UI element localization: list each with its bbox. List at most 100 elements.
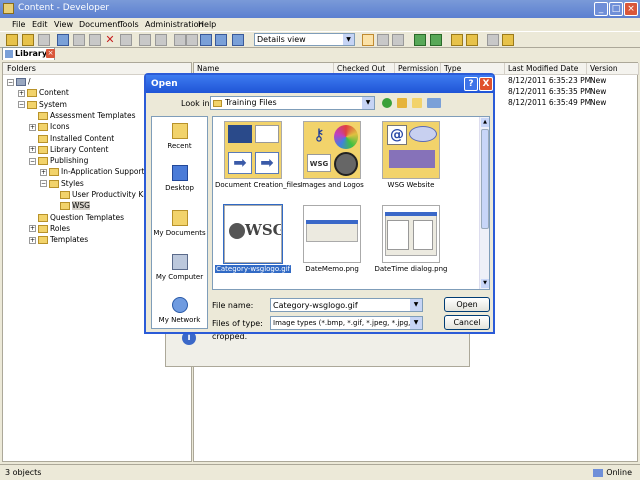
details-view-icon[interactable] [362, 34, 374, 46]
new-folder-icon[interactable] [6, 34, 18, 46]
scrollbar-thumb[interactable] [481, 129, 489, 229]
menu-tools[interactable]: Tools [119, 20, 139, 29]
spell-check-icon[interactable] [215, 34, 227, 46]
copy-icon[interactable] [73, 34, 85, 46]
tree-item[interactable]: Assessment Templates [29, 110, 136, 121]
file-type-select[interactable]: Image types (*.bmp, *.gif, *.jpeg, *.jpg… [270, 316, 423, 330]
new-folder-icon[interactable] [412, 98, 422, 108]
dialog-help-button[interactable]: ? [464, 77, 478, 91]
help-icon[interactable] [232, 34, 244, 46]
file-name: DateTime dialog.png [374, 265, 448, 273]
place-my-computer[interactable]: My Computer [152, 254, 207, 281]
tree-item[interactable]: − System [18, 99, 67, 110]
col-last-modified[interactable]: Last Modified Date [505, 63, 587, 75]
file-tile[interactable]: ⚷ WSG Images and Logos [294, 121, 370, 189]
paste-icon[interactable] [89, 34, 101, 46]
tree-item[interactable]: + Templates [29, 234, 88, 245]
cut-icon[interactable] [57, 34, 69, 46]
undo-icon[interactable] [139, 34, 151, 46]
check-out-icon[interactable] [466, 34, 478, 46]
place-my-documents[interactable]: My Documents [152, 210, 207, 237]
view-select[interactable]: Details view ▼ [254, 33, 355, 46]
dialog-title-bar[interactable]: Open [146, 75, 493, 93]
version-cell: New [590, 87, 607, 96]
scroll-down-icon[interactable]: ▼ [481, 279, 489, 288]
up-folder-icon[interactable] [397, 98, 407, 108]
expand-icon[interactable]: + [29, 146, 36, 154]
place-desktop[interactable]: Desktop [152, 165, 207, 192]
collapse-icon[interactable]: − [7, 78, 14, 86]
dialog-close-button[interactable]: X [479, 77, 493, 91]
menu-view[interactable]: View [54, 20, 73, 29]
save-icon[interactable] [38, 34, 50, 46]
status-object-count: 3 objects [5, 468, 42, 477]
look-in-select[interactable]: Training Files ▼ [210, 96, 375, 110]
tree-item[interactable]: + Icons [29, 121, 70, 132]
file-tile[interactable]: @ WSG Website [373, 121, 449, 189]
collapse-icon[interactable]: − [40, 180, 47, 188]
maximize-button[interactable]: □ [609, 2, 623, 16]
cancel-button[interactable]: Cancel [444, 315, 490, 330]
file-tile-selected[interactable]: WSG Category-wsglogo.gif [215, 204, 292, 273]
file-tile[interactable]: DateMemo.png [294, 205, 370, 273]
col-version[interactable]: Version [587, 63, 639, 75]
tree-item[interactable]: − Styles [40, 178, 84, 189]
refresh-icon[interactable] [414, 34, 426, 46]
views-menu-icon[interactable] [427, 98, 441, 108]
menu-help[interactable]: Help [198, 20, 216, 29]
find-icon[interactable] [200, 34, 212, 46]
back-icon[interactable] [174, 34, 186, 46]
expand-icon[interactable]: + [18, 89, 25, 97]
collapse-icon[interactable]: − [29, 157, 36, 165]
close-button[interactable]: × [624, 2, 638, 16]
tree-item[interactable]: + Library Content [29, 144, 108, 155]
collapse-icon[interactable]: − [18, 101, 25, 109]
back-icon[interactable] [382, 98, 392, 108]
properties-icon[interactable] [120, 34, 132, 46]
expand-icon[interactable]: + [40, 168, 47, 176]
folder-icon [38, 123, 48, 132]
tree-item[interactable]: WSG [51, 200, 90, 211]
tree-item[interactable]: Question Templates [29, 212, 124, 223]
minimize-button[interactable]: _ [594, 2, 608, 16]
tree-item[interactable]: − / [7, 76, 31, 87]
tree-item[interactable]: Installed Content [29, 133, 114, 144]
expand-icon[interactable]: + [29, 225, 36, 233]
preview-icon[interactable] [502, 34, 514, 46]
open-button[interactable]: Open [444, 297, 490, 312]
forward-icon[interactable] [186, 34, 198, 46]
tree-item[interactable]: + In-Application Support [40, 166, 144, 177]
open-icon[interactable] [22, 34, 34, 46]
columns-view-icon[interactable] [392, 34, 404, 46]
tree-item[interactable]: − Publishing [29, 155, 88, 166]
chevron-down-icon[interactable]: ▼ [410, 317, 422, 329]
chevron-down-icon[interactable]: ▼ [343, 34, 354, 45]
expand-icon[interactable]: + [29, 236, 36, 244]
file-name-input[interactable] [270, 298, 423, 312]
file-list-scrollbar[interactable]: ▲ ▼ [479, 117, 489, 289]
publish-icon[interactable] [487, 34, 499, 46]
file-tile[interactable]: DateTime dialog.png [373, 205, 449, 273]
tree-item[interactable]: + Content [18, 87, 69, 98]
scroll-up-icon[interactable]: ▲ [481, 118, 489, 127]
menu-file[interactable]: File [12, 20, 25, 29]
title-bar[interactable]: Content - Developer _ □ × [0, 0, 640, 18]
version-cell: New [590, 98, 607, 107]
delete-icon[interactable]: ✕ [104, 34, 116, 46]
sync-icon[interactable] [430, 34, 442, 46]
place-recent[interactable]: Recent [152, 123, 207, 150]
file-tile[interactable]: ➡ ➡ Document Creation_files [215, 121, 301, 189]
list-view-icon[interactable] [377, 34, 389, 46]
expand-icon[interactable]: + [29, 123, 36, 131]
tree-item[interactable]: + Roles [29, 223, 70, 234]
tree-item[interactable]: User Productivity Kit [51, 189, 148, 200]
chevron-down-icon[interactable]: ▼ [410, 299, 422, 311]
menu-document[interactable]: Document [79, 20, 120, 29]
place-my-network[interactable]: My Network [152, 297, 207, 324]
chevron-down-icon[interactable]: ▼ [362, 97, 374, 109]
redo-icon[interactable] [155, 34, 167, 46]
menu-edit[interactable]: Edit [32, 20, 48, 29]
check-in-icon[interactable] [451, 34, 463, 46]
tab-close-icon[interactable]: × [46, 49, 55, 58]
menu-administration[interactable]: Administration [145, 20, 204, 29]
